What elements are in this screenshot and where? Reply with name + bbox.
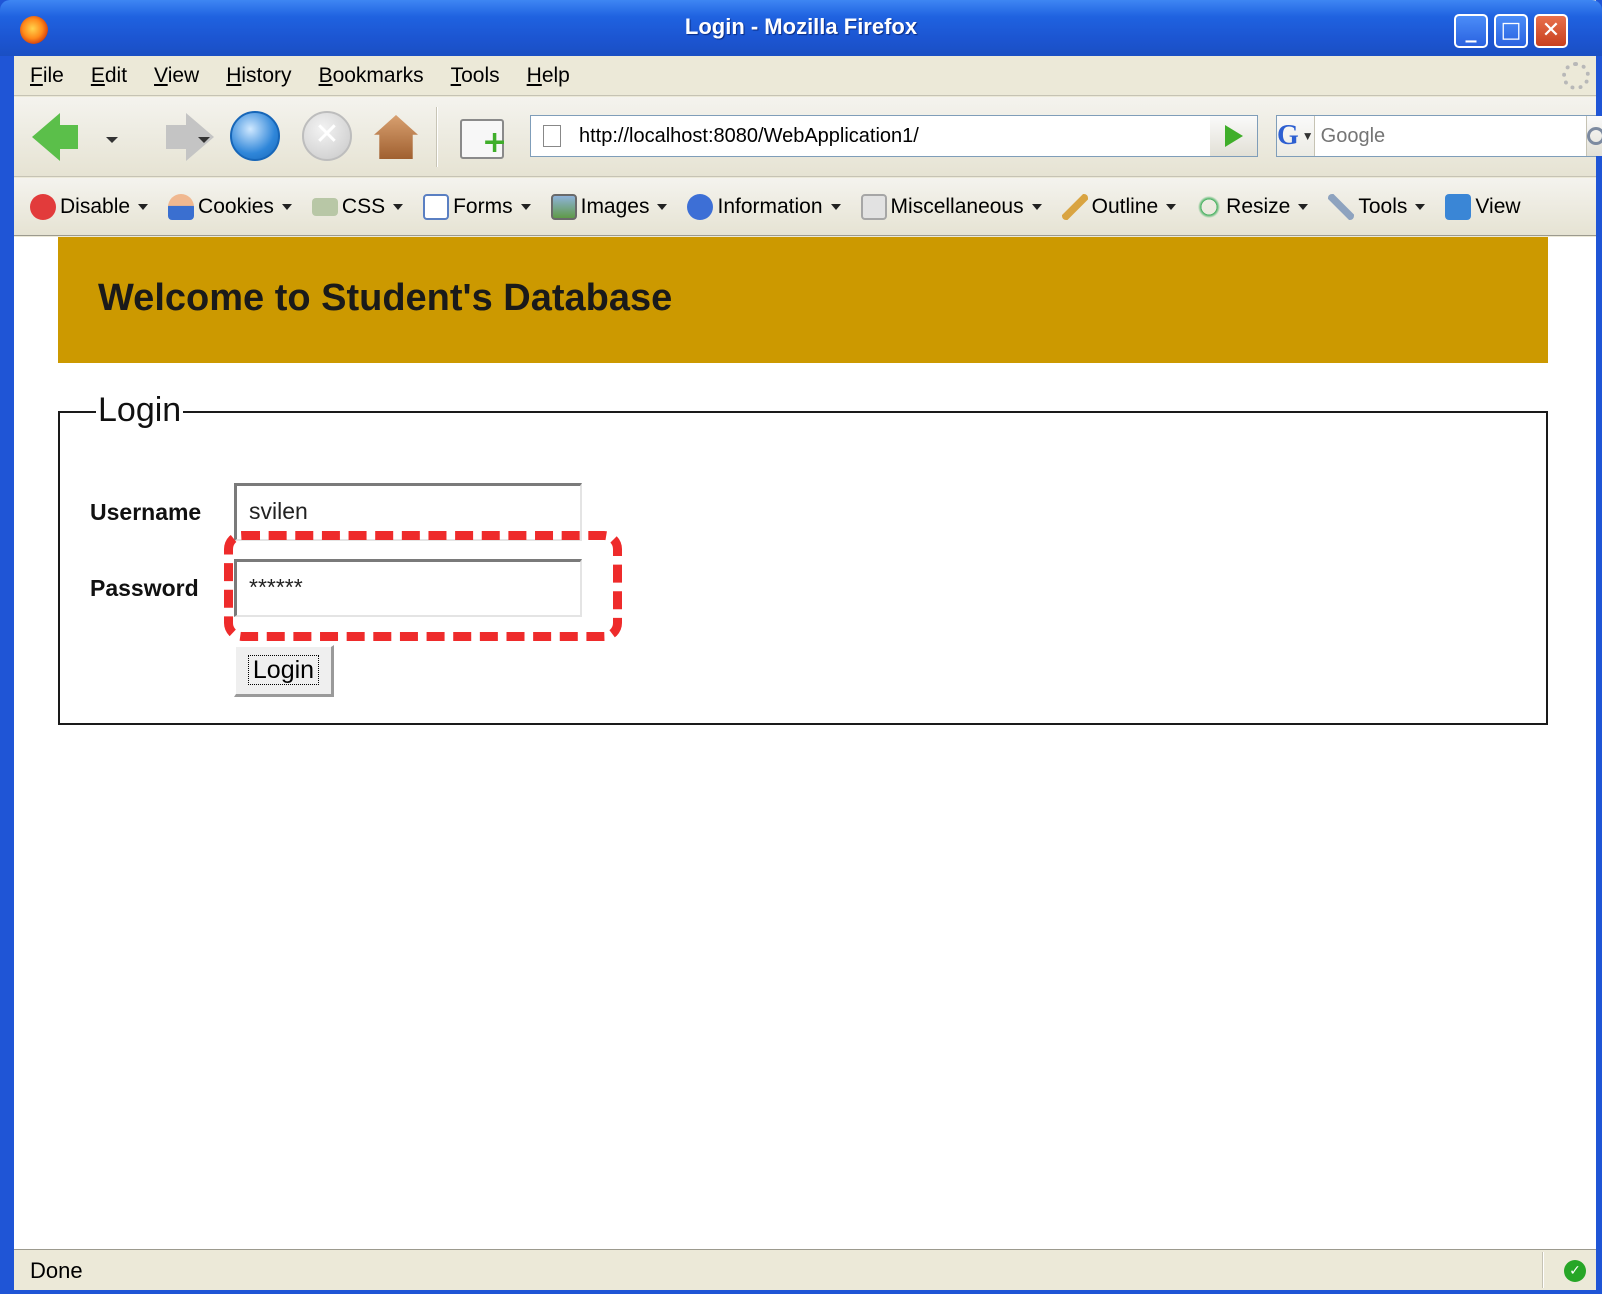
dev-disable-label: Disable	[60, 194, 131, 218]
url-input[interactable]: http://localhost:8080/WebApplication1/	[579, 125, 1221, 148]
dev-css-label: CSS	[341, 194, 386, 218]
miscellaneous-icon	[860, 193, 887, 220]
forward-history-chevron-icon[interactable]	[198, 137, 210, 143]
css-icon	[311, 197, 338, 216]
dev-outline-label: Outline	[1091, 194, 1159, 218]
dev-cookies-label: Cookies	[198, 194, 274, 218]
navigation-toolbar: ✕ + http://localhost:8080/WebApplication…	[14, 97, 1602, 177]
view-source-icon	[1445, 193, 1472, 220]
menu-file[interactable]: File	[30, 64, 64, 88]
throbber-icon	[1562, 62, 1590, 90]
password-label: Password	[90, 575, 199, 601]
plus-icon: +	[482, 125, 508, 160]
menu-help[interactable]: Help	[527, 64, 570, 88]
login-button-label: Login	[247, 655, 320, 685]
dev-css-menu[interactable]: CSS	[311, 194, 404, 219]
page-banner: Welcome to Student's Database	[58, 237, 1548, 363]
dev-cookies-menu[interactable]: Cookies	[168, 193, 292, 220]
close-button[interactable]: ✕	[1534, 14, 1568, 48]
menu-bar: File Edit View History Bookmarks Tools H…	[14, 56, 1596, 96]
toolbar-separator	[436, 107, 438, 167]
chevron-down-icon	[138, 203, 149, 210]
menu-history[interactable]: History	[226, 64, 291, 88]
dev-information-menu[interactable]: Information	[687, 193, 841, 220]
chevron-down-icon	[830, 203, 841, 210]
status-text: Done	[30, 1258, 83, 1283]
google-logo-icon: G	[1277, 120, 1299, 151]
dev-view-source-menu[interactable]: View	[1445, 193, 1521, 220]
dev-images-menu[interactable]: Images	[550, 193, 668, 220]
password-highlight-annotation	[224, 531, 622, 641]
dev-tools-label: Tools	[1358, 194, 1408, 218]
chevron-down-icon	[1298, 203, 1309, 210]
title-bar: Login - Mozilla Firefox _ □ ✕	[0, 0, 1602, 56]
page-title: Welcome to Student's Database	[98, 277, 673, 319]
page-content: Welcome to Student's Database Login User…	[14, 237, 1596, 1249]
chevron-down-icon	[520, 203, 531, 210]
dev-information-label: Information	[717, 194, 823, 218]
chevron-down-icon	[281, 203, 292, 210]
browser-window: Login - Mozilla Firefox _ □ ✕ File Edit …	[0, 0, 1602, 1294]
maximize-button[interactable]: □	[1494, 14, 1528, 48]
window-title: Login - Mozilla Firefox	[684, 14, 918, 39]
address-bar[interactable]: http://localhost:8080/WebApplication1/	[530, 115, 1258, 157]
search-icon	[1586, 127, 1602, 145]
chevron-down-icon	[657, 203, 668, 210]
dev-resize-menu[interactable]: Resize	[1196, 193, 1309, 220]
page-icon	[543, 125, 561, 147]
menu-edit[interactable]: Edit	[91, 64, 127, 88]
back-arrow-icon[interactable]	[32, 113, 78, 161]
search-box: G ▼	[1276, 115, 1602, 157]
login-legend: Login	[96, 391, 184, 430]
go-arrow-icon	[1224, 125, 1243, 147]
dev-disable-menu[interactable]: Disable	[30, 193, 149, 220]
chevron-down-icon	[1031, 203, 1042, 210]
username-label: Username	[90, 499, 202, 525]
back-history-chevron-icon[interactable]	[106, 137, 118, 143]
menu-bookmarks[interactable]: Bookmarks	[319, 64, 424, 88]
disable-icon	[30, 193, 56, 220]
check-icon: ✓	[1564, 1260, 1586, 1282]
status-bar: Done ✓	[14, 1249, 1596, 1290]
dev-forms-label: Forms	[453, 194, 513, 218]
information-icon	[687, 193, 714, 220]
dev-resize-label: Resize	[1226, 194, 1291, 218]
menu-view[interactable]: View	[154, 64, 199, 88]
dev-tools-menu[interactable]: Tools	[1328, 193, 1426, 220]
forms-icon	[423, 193, 450, 220]
chevron-down-icon	[1166, 203, 1177, 210]
dev-view-source-label: View	[1475, 194, 1521, 218]
dev-outline-menu[interactable]: Outline	[1061, 193, 1177, 220]
dev-miscellaneous-label: Miscellaneous	[890, 194, 1024, 218]
search-button[interactable]	[1585, 116, 1602, 156]
stop-icon[interactable]: ✕	[302, 111, 352, 161]
home-icon[interactable]	[374, 115, 418, 159]
minimize-button[interactable]: _	[1454, 14, 1488, 48]
go-button[interactable]	[1210, 115, 1258, 157]
cookies-icon	[168, 193, 195, 220]
dev-forms-menu[interactable]: Forms	[423, 193, 531, 220]
images-icon	[550, 193, 577, 220]
reload-icon[interactable]	[230, 111, 280, 161]
search-input[interactable]	[1314, 117, 1586, 155]
menu-tools[interactable]: Tools	[451, 64, 500, 88]
login-button[interactable]: Login	[234, 645, 334, 697]
status-divider	[1542, 1252, 1544, 1288]
resize-icon	[1196, 193, 1223, 220]
outline-brush-icon	[1061, 193, 1088, 220]
search-engine-selector[interactable]: G ▼	[1277, 116, 1315, 156]
dev-miscellaneous-menu[interactable]: Miscellaneous	[860, 193, 1042, 220]
dev-images-label: Images	[580, 194, 650, 218]
chevron-down-icon	[1415, 203, 1426, 210]
chevron-down-icon	[393, 203, 404, 210]
web-developer-toolbar: Disable Cookies CSS Forms Images Informa…	[14, 178, 1596, 236]
chevron-down-icon: ▼	[1301, 128, 1314, 143]
wrench-icon	[1328, 193, 1355, 220]
